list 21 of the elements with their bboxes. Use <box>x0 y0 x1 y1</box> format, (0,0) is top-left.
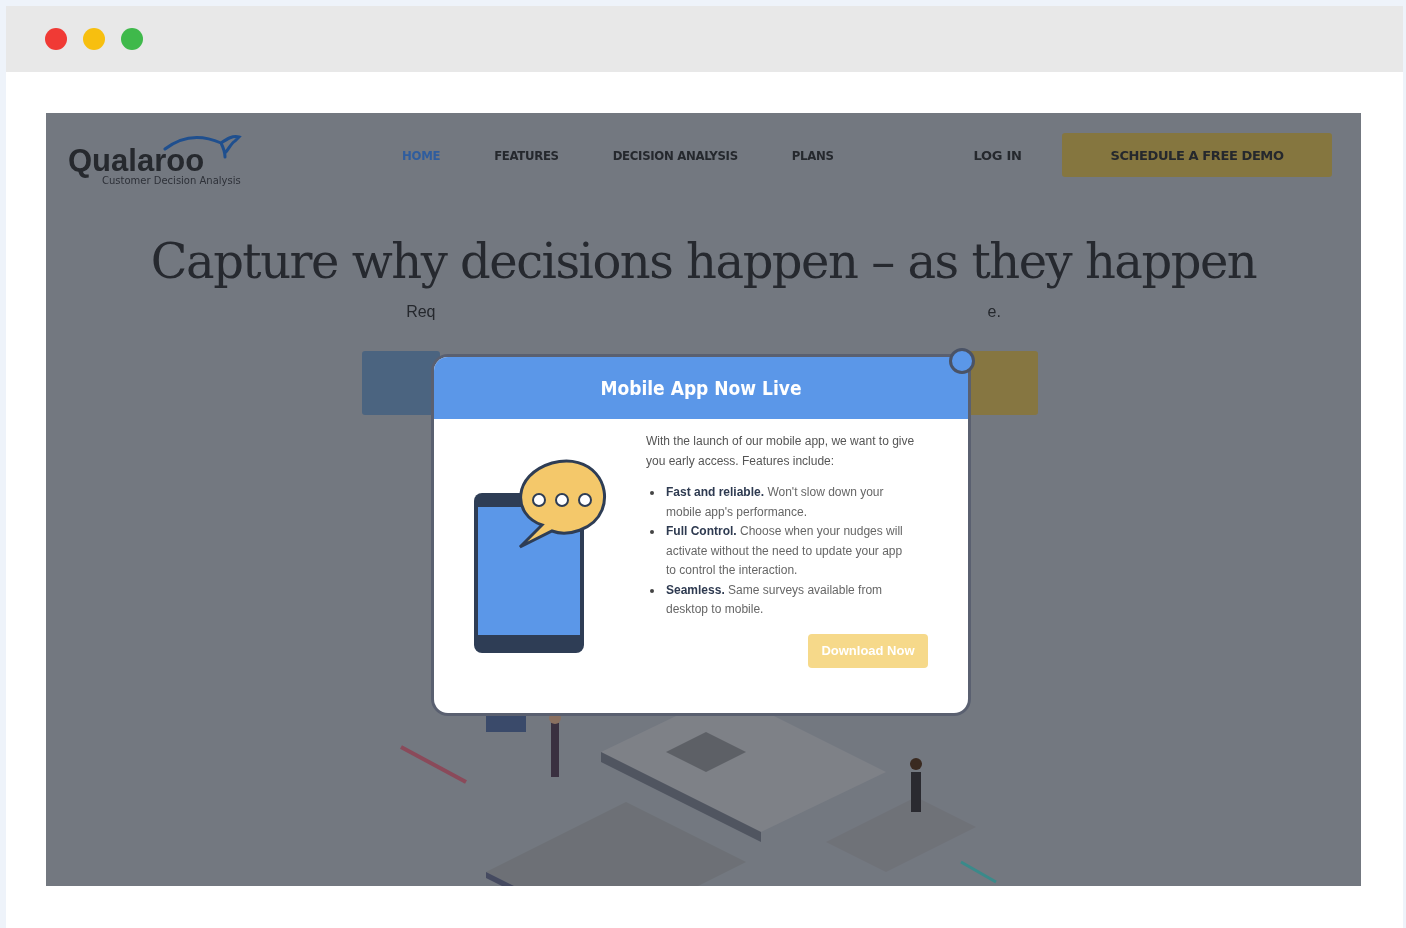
bullet-icon <box>650 530 654 534</box>
modal-title: Mobile App Now Live <box>600 377 802 399</box>
schedule-demo-button[interactable]: SCHEDULE A FREE DEMO <box>1062 133 1332 177</box>
nav-link[interactable]: PLANS <box>791 147 834 163</box>
hero-subtitle-fragment: e. <box>987 303 1001 321</box>
modal-intro-text: With the launch of our mobile app, we want to give you early access. Features include: <box>646 433 916 470</box>
hero-button[interactable] <box>362 351 440 415</box>
nav-link[interactable]: DECISION ANALYSIS <box>612 147 738 163</box>
hero-subtitle-fragment: Req <box>406 303 436 321</box>
bullet-icon <box>650 588 654 593</box>
feature-item: Fast and reliable. Won't slow down your mobile app's performance. <box>666 484 885 521</box>
maximize-window-button[interactable] <box>121 28 143 50</box>
close-button[interactable] <box>949 348 975 374</box>
feature-item: Full Control. Choose when your nudges will activate without the need to update your app to control the interaction. <box>666 523 904 579</box>
minimize-window-button[interactable] <box>83 28 105 50</box>
feature-item: Seamless. Same surveys available from desktop to mobile. <box>666 581 884 618</box>
login-link[interactable]: LOG IN <box>973 147 1022 163</box>
close-window-button[interactable] <box>45 28 67 50</box>
hero-heading: Capture why decisions happen – as they happen <box>149 233 1258 289</box>
bullet-icon <box>650 491 654 495</box>
nav-link[interactable]: FEATURES <box>494 147 559 163</box>
